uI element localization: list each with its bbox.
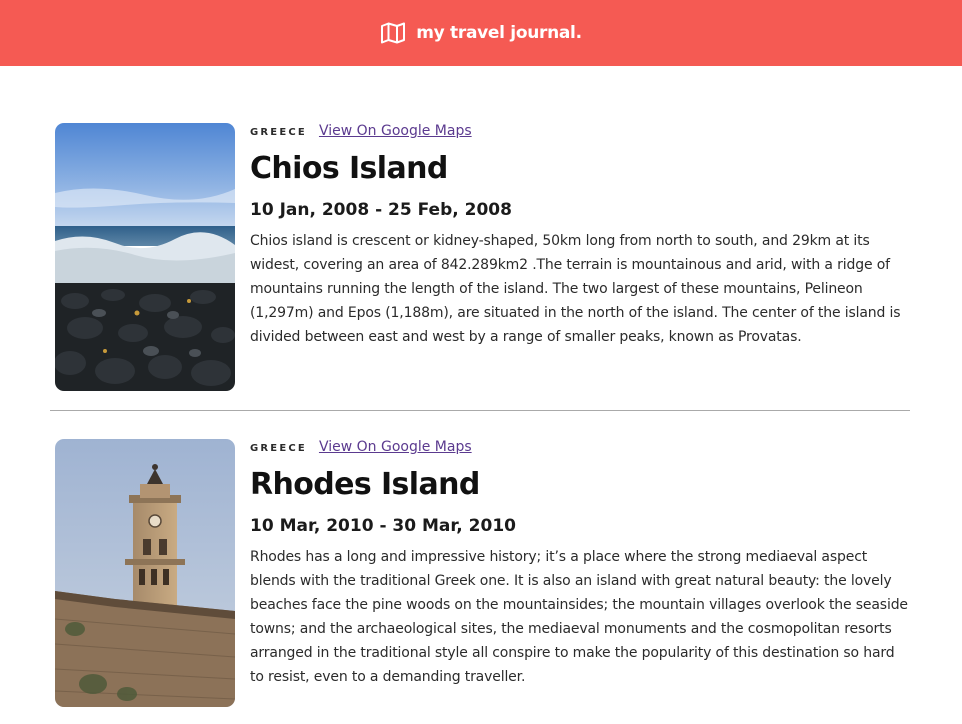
- entry-title: Rhodes Island: [250, 467, 480, 502]
- entry-country: GREECE: [250, 443, 307, 454]
- app-title: my travel journal.: [416, 23, 582, 43]
- entry-dates: 10 Jan, 2008 - 25 Feb, 2008: [250, 200, 512, 220]
- entry-content: GREECE View On Google Maps Rhodes Island…: [250, 439, 915, 689]
- view-on-google-maps-link[interactable]: View On Google Maps: [319, 439, 472, 455]
- entry-meta: GREECE View On Google Maps: [250, 439, 915, 461]
- entry-country: GREECE: [250, 127, 307, 138]
- entry-photo-beach: [55, 123, 235, 391]
- entry-description: Chios island is crescent or kidney-shape…: [250, 233, 901, 345]
- entry-divider: [50, 410, 910, 411]
- view-on-google-maps-link[interactable]: View On Google Maps: [319, 123, 472, 139]
- entry-meta: GREECE View On Google Maps: [250, 123, 915, 145]
- entry-title: Chios Island: [250, 151, 448, 186]
- entry-description: Rhodes has a long and impressive history…: [250, 549, 908, 685]
- app-header: my travel journal.: [0, 0, 962, 66]
- entry-dates: 10 Mar, 2010 - 30 Mar, 2010: [250, 516, 516, 536]
- entry-photo-clock-tower: [55, 439, 235, 707]
- map-icon: [380, 22, 406, 44]
- entry-content: GREECE View On Google Maps Chios Island …: [250, 123, 915, 349]
